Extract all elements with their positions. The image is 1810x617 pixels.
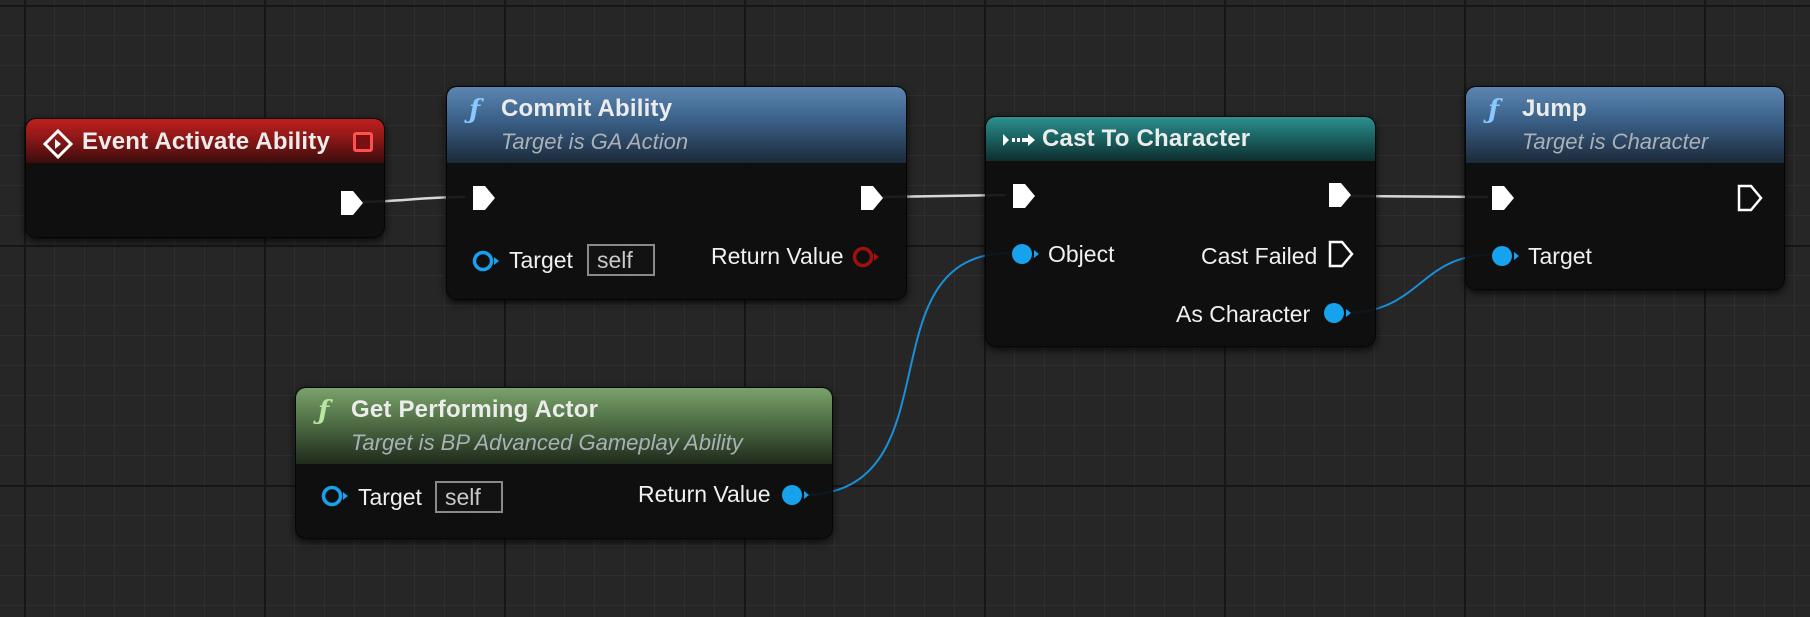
as-character-pin[interactable]: [1322, 301, 1354, 325]
exec-out-pin[interactable]: [339, 189, 365, 217]
jump-node-title: Jump: [1522, 95, 1587, 122]
exec-out-pin[interactable]: [1327, 181, 1353, 209]
object-pin[interactable]: [1010, 242, 1042, 266]
target-pin-label: Target: [509, 247, 573, 273]
cast-arrows-icon: [1003, 134, 1035, 146]
function-icon: ƒ: [469, 95, 481, 125]
cast-node-title: Cast To Character: [1042, 125, 1251, 152]
exec-out-pin[interactable]: [859, 184, 885, 212]
return-value-object-pin[interactable]: [780, 483, 812, 507]
commit-node-subtitle: Target is GA Action: [501, 129, 689, 154]
target-self-field[interactable]: self: [435, 481, 503, 513]
target-pin[interactable]: [471, 249, 501, 273]
function-icon: ƒ: [1488, 95, 1500, 125]
cast-failed-label: Cast Failed: [1201, 243, 1318, 269]
get-actor-node-subtitle: Target is BP Advanced Gameplay Ability: [351, 430, 743, 455]
exec-in-pin[interactable]: [1011, 182, 1037, 210]
target-pin-label: Target: [1528, 243, 1592, 269]
jump-node-subtitle: Target is Character: [1522, 129, 1709, 154]
target-pin-label: Target: [358, 484, 422, 510]
exec-in-pin[interactable]: [1490, 184, 1516, 212]
jump-node[interactable]: ƒ Jump Target is Character Target: [1465, 86, 1785, 290]
target-pin[interactable]: [1490, 244, 1522, 268]
function-icon: ƒ: [318, 396, 330, 426]
commit-ability-node[interactable]: ƒ Commit Ability Target is GA Action Tar…: [446, 86, 907, 300]
exec-in-pin[interactable]: [471, 184, 497, 212]
return-value-label: Return Value: [638, 481, 771, 507]
as-character-label: As Character: [1176, 301, 1311, 327]
return-value-bool-pin[interactable]: [851, 245, 881, 269]
event-activate-ability-node[interactable]: Event Activate Ability: [25, 118, 385, 238]
cast-to-character-node[interactable]: Cast To Character Object Cast Failed As …: [985, 116, 1376, 347]
exec-out-pin[interactable]: [1737, 184, 1763, 212]
event-node-title: Event Activate Ability: [82, 128, 331, 155]
object-pin-label: Object: [1048, 241, 1115, 267]
get-performing-actor-node[interactable]: ƒ Get Performing Actor Target is BP Adva…: [295, 387, 833, 539]
event-diamond-icon: [43, 129, 73, 159]
return-value-label: Return Value: [711, 243, 844, 269]
target-pin[interactable]: [320, 484, 350, 508]
cast-failed-exec-pin[interactable]: [1328, 240, 1354, 268]
get-actor-node-title: Get Performing Actor: [351, 396, 599, 423]
target-self-field[interactable]: self: [587, 244, 655, 276]
commit-node-title: Commit Ability: [501, 95, 673, 122]
delegate-pin-icon[interactable]: [353, 132, 373, 152]
